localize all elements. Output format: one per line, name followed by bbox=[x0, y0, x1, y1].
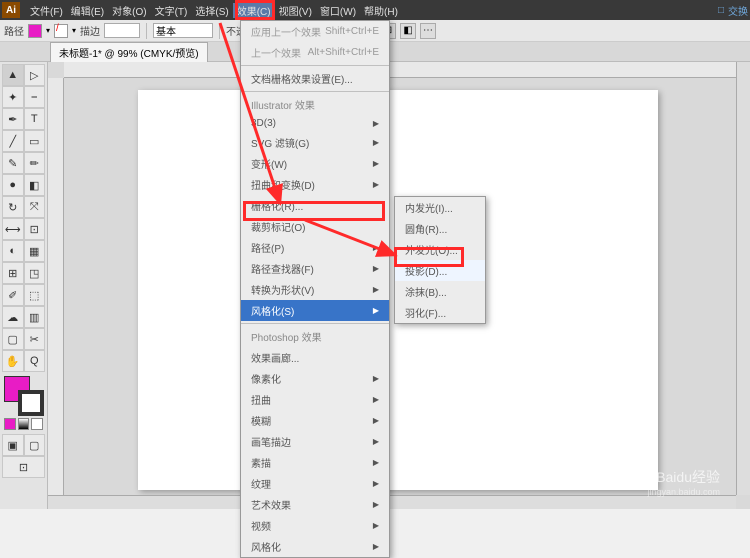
screen-mode-icon[interactable]: ⊡ bbox=[2, 456, 45, 478]
menu-help[interactable]: 帮助(H) bbox=[360, 3, 402, 18]
eyedropper-tool[interactable]: ✐ bbox=[2, 284, 24, 306]
menu-stylize[interactable]: 风格化(S)▶ bbox=[241, 300, 389, 321]
stroke-label: 描边 bbox=[80, 23, 100, 38]
artboard-tool[interactable]: ▢ bbox=[2, 328, 24, 350]
direct-select-tool[interactable]: ▷ bbox=[24, 64, 46, 86]
menu-window[interactable]: 窗口(W) bbox=[316, 3, 360, 18]
menu-effect[interactable]: 效果(C) bbox=[233, 3, 275, 18]
menu-file[interactable]: 文件(F) bbox=[26, 3, 67, 18]
submenu-drop-shadow[interactable]: 投影(D)... bbox=[395, 260, 485, 281]
menu-pixelate[interactable]: 像素化▶ bbox=[241, 368, 389, 389]
menu-svg-filters[interactable]: SVG 滤镜(G)▶ bbox=[241, 132, 389, 153]
menu-select[interactable]: 选择(S) bbox=[191, 3, 232, 18]
stroke-weight-input[interactable] bbox=[104, 23, 140, 38]
section-photoshop: Photoshop 效果 bbox=[241, 326, 389, 347]
pen-tool[interactable]: ✒ bbox=[2, 108, 24, 130]
dropdown-icon[interactable]: ▾ bbox=[72, 26, 76, 35]
mesh-tool[interactable]: ⊞ bbox=[2, 262, 24, 284]
menu-convert-shape[interactable]: 转换为形状(V)▶ bbox=[241, 279, 389, 300]
scrollbar-vertical[interactable] bbox=[736, 62, 750, 495]
menu-distort[interactable]: 扭曲▶ bbox=[241, 389, 389, 410]
fill-stroke-control[interactable] bbox=[2, 376, 46, 416]
menu-doc-raster-settings[interactable]: 文档栅格效果设置(E)... bbox=[241, 68, 389, 89]
fill-swatch[interactable] bbox=[28, 24, 42, 38]
gradient-tool[interactable]: ◳ bbox=[24, 262, 46, 284]
color-mode-icon[interactable] bbox=[4, 418, 16, 430]
stylize-submenu: 内发光(I)... 圆角(R)... 外发光(O)... 投影(D)... 涂抹… bbox=[394, 196, 486, 324]
brush-tool[interactable]: ✎ bbox=[2, 152, 24, 174]
menu-effect-gallery[interactable]: 效果画廊... bbox=[241, 347, 389, 368]
zoom-tool[interactable]: Q bbox=[24, 350, 46, 372]
menu-last-effect: 上一个效果Alt+Shift+Ctrl+E bbox=[241, 42, 389, 63]
menu-path[interactable]: 路径(P)▶ bbox=[241, 237, 389, 258]
doc-tab[interactable]: 未标题-1* @ 99% (CMYK/预览) bbox=[50, 42, 208, 62]
section-illustrator: Illustrator 效果 bbox=[241, 94, 389, 115]
stroke-swatch[interactable]: / bbox=[54, 24, 68, 38]
menu-rasterize[interactable]: 栅格化(R)... bbox=[241, 195, 389, 216]
selection-tool[interactable]: ▲ bbox=[2, 64, 24, 86]
shape-builder-tool[interactable]: ◐ bbox=[2, 240, 24, 262]
brush-select[interactable] bbox=[153, 23, 213, 38]
rotate-tool[interactable]: ↻ bbox=[2, 196, 24, 218]
stroke-color-box[interactable] bbox=[18, 390, 44, 416]
eraser-tool[interactable]: ◧ bbox=[24, 174, 46, 196]
more-icon[interactable]: ⋯ bbox=[420, 23, 436, 39]
gradient-mode-icon[interactable] bbox=[18, 418, 30, 430]
menu-apply-last: 应用上一个效果Shift+Ctrl+E bbox=[241, 21, 389, 42]
pencil-tool[interactable]: ✏ bbox=[24, 152, 46, 174]
lasso-tool[interactable]: ⎯ bbox=[24, 86, 46, 108]
submenu-round-corners[interactable]: 圆角(R)... bbox=[395, 218, 485, 239]
none-mode-icon[interactable] bbox=[31, 418, 43, 430]
menu-stylize-ps[interactable]: 风格化▶ bbox=[241, 536, 389, 557]
effect-menu-dropdown: 应用上一个效果Shift+Ctrl+E 上一个效果Alt+Shift+Ctrl+… bbox=[240, 20, 390, 558]
menu-crop-marks[interactable]: 裁剪标记(O) bbox=[241, 216, 389, 237]
blob-tool[interactable]: ● bbox=[2, 174, 24, 196]
symbol-tool[interactable]: ☁ bbox=[2, 306, 24, 328]
submenu-outer-glow[interactable]: 外发光(O)... bbox=[395, 239, 485, 260]
menu-3d[interactable]: 3D(3)▶ bbox=[241, 115, 389, 132]
menu-object[interactable]: 对象(O) bbox=[108, 3, 150, 18]
app-logo: Ai bbox=[2, 2, 20, 18]
selection-label: 路径 bbox=[4, 23, 24, 38]
scrollbar-horizontal[interactable] bbox=[48, 495, 736, 509]
menu-warp[interactable]: 变形(W)▶ bbox=[241, 153, 389, 174]
menu-blur[interactable]: 模糊▶ bbox=[241, 410, 389, 431]
shape-icon[interactable]: ◧ bbox=[400, 23, 416, 39]
menu-sketch[interactable]: 素描▶ bbox=[241, 452, 389, 473]
blend-tool[interactable]: ⬚ bbox=[24, 284, 46, 306]
screen-mode-full[interactable]: ▢ bbox=[24, 434, 46, 456]
dropdown-icon[interactable]: ▾ bbox=[46, 26, 50, 35]
menu-edit[interactable]: 编辑(E) bbox=[67, 3, 108, 18]
menu-type[interactable]: 文字(T) bbox=[151, 3, 192, 18]
menu-distort-transform[interactable]: 扭曲和变换(D)▶ bbox=[241, 174, 389, 195]
submenu-feather[interactable]: 羽化(F)... bbox=[395, 302, 485, 323]
menu-video[interactable]: 视频▶ bbox=[241, 515, 389, 536]
menu-pathfinder[interactable]: 路径查找器(F)▶ bbox=[241, 258, 389, 279]
rect-tool[interactable]: ▭ bbox=[24, 130, 46, 152]
type-tool[interactable]: T bbox=[24, 108, 46, 130]
toolbox: ▲▷ ✦⎯ ✒T ╱▭ ✎✏ ●◧ ↻⤧ ⟷⊡ ◐▦ ⊞◳ ✐⬚ ☁▥ ▢✂ ✋… bbox=[0, 62, 48, 509]
menu-view[interactable]: 视图(V) bbox=[275, 3, 316, 18]
menu-artistic[interactable]: 艺术效果▶ bbox=[241, 494, 389, 515]
graph-tool[interactable]: ▥ bbox=[24, 306, 46, 328]
ruler-horizontal bbox=[64, 62, 750, 78]
line-tool[interactable]: ╱ bbox=[2, 130, 24, 152]
menu-brush-strokes[interactable]: 画笔描边▶ bbox=[241, 431, 389, 452]
menu-texture[interactable]: 纹理▶ bbox=[241, 473, 389, 494]
menubar-right: □ 交换 bbox=[718, 3, 748, 18]
layout-icon[interactable]: □ bbox=[718, 5, 724, 16]
free-transform-tool[interactable]: ⊡ bbox=[24, 218, 46, 240]
magic-wand-tool[interactable]: ✦ bbox=[2, 86, 24, 108]
width-tool[interactable]: ⟷ bbox=[2, 218, 24, 240]
slice-tool[interactable]: ✂ bbox=[24, 328, 46, 350]
screen-mode-normal[interactable]: ▣ bbox=[2, 434, 24, 456]
scale-tool[interactable]: ⤧ bbox=[24, 196, 46, 218]
hand-tool[interactable]: ✋ bbox=[2, 350, 24, 372]
submenu-scribble[interactable]: 涂抹(B)... bbox=[395, 281, 485, 302]
perspective-tool[interactable]: ▦ bbox=[24, 240, 46, 262]
submenu-inner-glow[interactable]: 内发光(I)... bbox=[395, 197, 485, 218]
swap-label[interactable]: 交换 bbox=[728, 3, 748, 18]
menubar: Ai 文件(F) 编辑(E) 对象(O) 文字(T) 选择(S) 效果(C) 视… bbox=[0, 0, 750, 20]
ruler-vertical bbox=[48, 78, 64, 509]
